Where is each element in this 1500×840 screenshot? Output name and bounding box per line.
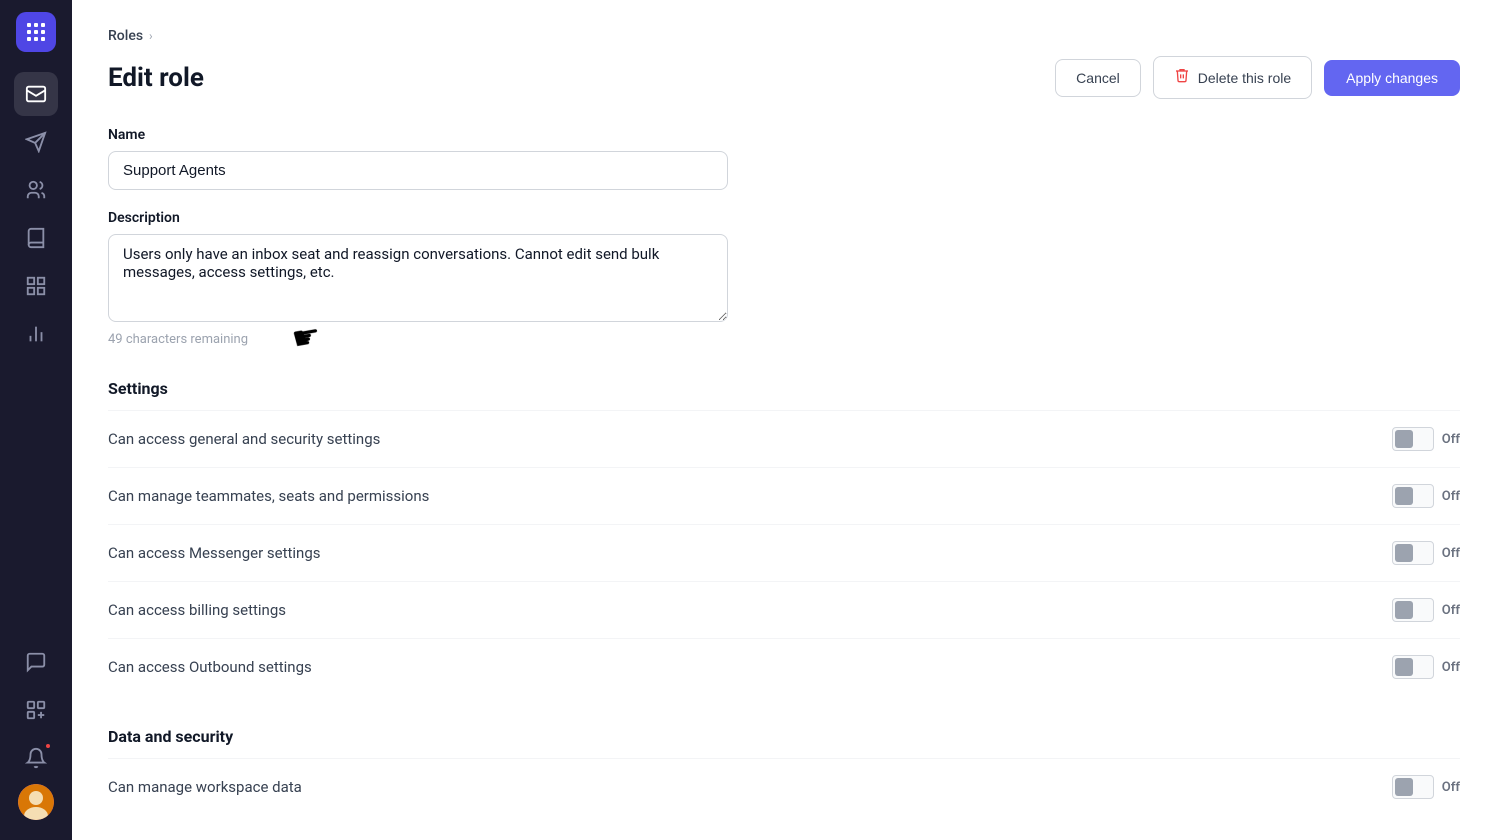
- setting-row-billing: Can access billing settings Off: [108, 581, 1460, 638]
- delete-role-label: Delete this role: [1198, 70, 1291, 86]
- toggle-track-outbound: [1392, 655, 1434, 679]
- description-textarea[interactable]: Users only have an inbox seat and reassi…: [108, 234, 728, 322]
- setting-row-workspace-data: Can manage workspace data Off: [108, 758, 1460, 815]
- setting-label-billing: Can access billing settings: [108, 601, 286, 619]
- name-field-group: Name: [108, 127, 728, 190]
- avatar[interactable]: [18, 784, 54, 820]
- setting-label-workspace-data: Can manage workspace data: [108, 778, 302, 796]
- toggle-teammates[interactable]: Off: [1392, 484, 1460, 508]
- header-actions: Cancel Delete this role Apply changes: [1055, 56, 1460, 99]
- toggle-general[interactable]: Off: [1392, 427, 1460, 451]
- page-header: Edit role Cancel Delete this role Apply …: [108, 56, 1460, 99]
- sidebar: [0, 0, 72, 840]
- sidebar-item-inbox[interactable]: [14, 72, 58, 116]
- delete-role-button[interactable]: Delete this role: [1153, 56, 1312, 99]
- toggle-thumb-billing: [1395, 601, 1413, 619]
- description-label: Description: [108, 210, 728, 226]
- breadcrumb: Roles ›: [108, 28, 1460, 44]
- trash-icon: [1174, 67, 1190, 88]
- sidebar-item-apps[interactable]: [14, 688, 58, 732]
- sidebar-item-chat[interactable]: [14, 640, 58, 684]
- toggle-thumb-general: [1395, 430, 1413, 448]
- setting-row-general: Can access general and security settings…: [108, 410, 1460, 467]
- toggle-label-teammates: Off: [1442, 489, 1460, 504]
- setting-label-messenger: Can access Messenger settings: [108, 544, 321, 562]
- data-security-title: Data and security: [108, 727, 1460, 746]
- settings-section-title: Settings: [108, 379, 1460, 398]
- page-title: Edit role: [108, 63, 204, 93]
- toggle-thumb-workspace-data: [1395, 778, 1413, 796]
- char-count: 49 characters remaining: [108, 332, 728, 347]
- main-content: Roles › Edit role Cancel Delete this rol…: [72, 0, 1500, 840]
- toggle-thumb-outbound: [1395, 658, 1413, 676]
- apply-changes-button[interactable]: Apply changes: [1324, 60, 1460, 96]
- toggle-messenger[interactable]: Off: [1392, 541, 1460, 565]
- name-label: Name: [108, 127, 728, 143]
- sidebar-item-tickets[interactable]: [14, 264, 58, 308]
- data-security-section: Data and security Can manage workspace d…: [108, 727, 1460, 815]
- setting-row-messenger: Can access Messenger settings Off: [108, 524, 1460, 581]
- notification-badge: [44, 742, 52, 750]
- toggle-label-workspace-data: Off: [1442, 780, 1460, 795]
- role-form: Name Description Users only have an inbo…: [108, 127, 728, 347]
- toggle-label-billing: Off: [1442, 603, 1460, 618]
- toggle-track-workspace-data: [1392, 775, 1434, 799]
- toggle-thumb-teammates: [1395, 487, 1413, 505]
- breadcrumb-roles-link[interactable]: Roles: [108, 28, 143, 44]
- setting-label-outbound: Can access Outbound settings: [108, 658, 312, 676]
- setting-row-teammates: Can manage teammates, seats and permissi…: [108, 467, 1460, 524]
- sidebar-item-contacts[interactable]: [14, 168, 58, 212]
- breadcrumb-separator: ›: [149, 29, 153, 43]
- cancel-button[interactable]: Cancel: [1055, 59, 1141, 97]
- toggle-thumb-messenger: [1395, 544, 1413, 562]
- toggle-track-general: [1392, 427, 1434, 451]
- setting-row-outbound: Can access Outbound settings Off: [108, 638, 1460, 695]
- setting-label-general: Can access general and security settings: [108, 430, 380, 448]
- toggle-label-general: Off: [1442, 432, 1460, 447]
- sidebar-item-notifications[interactable]: [14, 736, 58, 780]
- setting-label-teammates: Can manage teammates, seats and permissi…: [108, 487, 429, 505]
- sidebar-item-knowledge[interactable]: [14, 216, 58, 260]
- toggle-label-outbound: Off: [1442, 660, 1460, 675]
- toggle-track-teammates: [1392, 484, 1434, 508]
- sidebar-item-analytics[interactable]: [14, 312, 58, 356]
- name-input[interactable]: [108, 151, 728, 190]
- sidebar-item-send[interactable]: [14, 120, 58, 164]
- toggle-outbound[interactable]: Off: [1392, 655, 1460, 679]
- description-field-group: Description Users only have an inbox sea…: [108, 210, 728, 347]
- toggle-track-messenger: [1392, 541, 1434, 565]
- toggle-workspace-data[interactable]: Off: [1392, 775, 1460, 799]
- toggle-label-messenger: Off: [1442, 546, 1460, 561]
- toggle-track-billing: [1392, 598, 1434, 622]
- toggle-billing[interactable]: Off: [1392, 598, 1460, 622]
- app-logo[interactable]: [16, 12, 56, 52]
- settings-section: Settings Can access general and security…: [108, 379, 1460, 695]
